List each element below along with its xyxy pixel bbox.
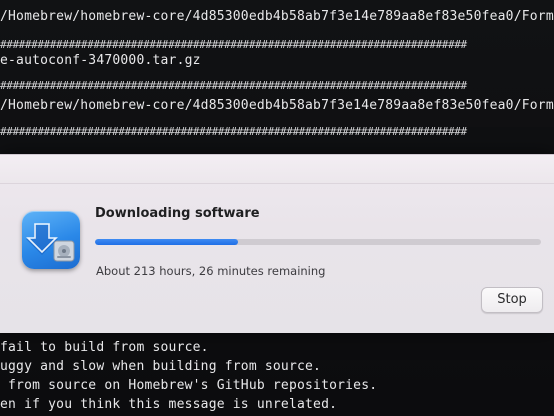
time-remaining-text: About 213 hours, 26 minutes remaining bbox=[96, 264, 326, 278]
terminal-progress-hashes: ########################################… bbox=[0, 79, 467, 92]
download-dialog: Downloading software About 213 hours, 26… bbox=[0, 154, 554, 333]
xcode-installer-app-icon bbox=[22, 211, 80, 269]
stop-button[interactable]: Stop bbox=[481, 287, 543, 313]
terminal-line: en if you think this message is unrelate… bbox=[0, 397, 338, 412]
terminal-line: /Homebrew/homebrew-core/4d85300edb4b58ab… bbox=[0, 9, 554, 24]
terminal-line: fail to build from source. bbox=[0, 340, 209, 355]
terminal-line: from source on Homebrew's GitHub reposit… bbox=[0, 378, 378, 393]
screen: /Homebrew/homebrew-core/4d85300edb4b58ab… bbox=[0, 0, 554, 416]
dialog-title: Downloading software bbox=[95, 206, 260, 221]
terminal-line: uggy and slow when building from source. bbox=[0, 359, 322, 374]
download-arrow-icon bbox=[26, 223, 75, 262]
dialog-titlebar[interactable] bbox=[0, 155, 554, 184]
download-progress-bar bbox=[95, 239, 541, 245]
terminal-progress-hashes: ########################################… bbox=[0, 125, 467, 138]
download-progress-fill bbox=[95, 239, 238, 245]
terminal-line: /Homebrew/homebrew-core/4d85300edb4b58ab… bbox=[0, 98, 554, 113]
terminal-progress-hashes: ########################################… bbox=[0, 38, 467, 51]
terminal-line: e-autoconf-3470000.tar.gz bbox=[0, 53, 201, 68]
